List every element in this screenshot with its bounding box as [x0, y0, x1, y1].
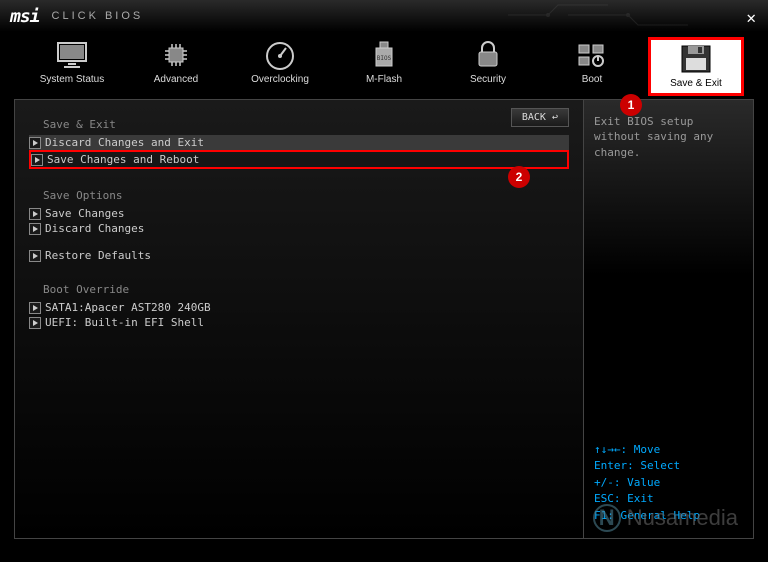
- back-button[interactable]: BACK ↩: [511, 108, 569, 127]
- section-save-exit: Save & Exit: [43, 118, 569, 131]
- msi-logo: msi: [10, 6, 40, 27]
- section-boot-override: Boot Override: [43, 283, 569, 296]
- help-panel: Exit BIOS setup without saving any chang…: [584, 99, 754, 539]
- nav-advanced[interactable]: Advanced: [131, 40, 221, 93]
- monitor-icon: [54, 40, 90, 70]
- menu-label: UEFI: Built-in EFI Shell: [45, 316, 204, 329]
- play-icon: [31, 154, 43, 166]
- gauge-icon: [262, 40, 298, 70]
- annotation-badge-2: 2: [508, 166, 530, 188]
- floppy-icon: [678, 44, 714, 74]
- nav-boot[interactable]: Boot: [547, 40, 637, 93]
- menu-label: Restore Defaults: [45, 249, 151, 262]
- nav-security[interactable]: Security: [443, 40, 533, 93]
- chip-icon: [158, 40, 194, 70]
- lock-icon: [470, 40, 506, 70]
- menu-label: Save Changes: [45, 207, 124, 220]
- menu-restore-defaults[interactable]: Restore Defaults: [29, 248, 569, 263]
- nav-system-status[interactable]: System Status: [27, 40, 117, 93]
- main-panel: BACK ↩ Save & Exit Discard Changes and E…: [14, 99, 584, 539]
- menu-boot-sata1[interactable]: SATA1:Apacer AST280 240GB: [29, 300, 569, 315]
- play-icon: [29, 317, 41, 329]
- menu-label: Save Changes and Reboot: [47, 153, 199, 166]
- menu-save-changes[interactable]: Save Changes: [29, 206, 569, 221]
- nav-overclocking[interactable]: Overclocking: [235, 40, 325, 93]
- play-icon: [29, 137, 41, 149]
- play-icon: [29, 302, 41, 314]
- bios-title: CLICK BIOS: [52, 10, 144, 22]
- usb-icon: BIOS: [366, 40, 402, 70]
- close-icon[interactable]: ✕: [746, 8, 756, 27]
- menu-boot-uefi[interactable]: UEFI: Built-in EFI Shell: [29, 315, 569, 330]
- hint-enter: Enter: Select: [594, 458, 743, 475]
- play-icon: [29, 250, 41, 262]
- hint-move: ↑↓→←: Move: [594, 442, 743, 459]
- menu-discard-changes[interactable]: Discard Changes: [29, 221, 569, 236]
- menu-label: SATA1:Apacer AST280 240GB: [45, 301, 211, 314]
- header-bar: msi CLICK BIOS ✕: [0, 0, 768, 32]
- section-save-options: Save Options: [43, 189, 569, 202]
- nav-save-exit[interactable]: Save & Exit: [651, 40, 741, 93]
- watermark-text: Nusamedia: [627, 505, 738, 531]
- play-icon: [29, 208, 41, 220]
- menu-discard-exit[interactable]: Discard Changes and Exit: [29, 135, 569, 150]
- watermark: N Nusamedia: [593, 504, 738, 532]
- boot-icon: [574, 40, 610, 70]
- help-text: Exit BIOS setup without saving any chang…: [594, 114, 743, 442]
- annotation-badge-1: 1: [620, 94, 642, 116]
- nav-bar: System Status Advanced Overclocking BIOS…: [0, 32, 768, 99]
- circuit-decoration: [508, 0, 708, 30]
- menu-save-reboot[interactable]: Save Changes and Reboot: [29, 150, 569, 169]
- hint-value: +/-: Value: [594, 475, 743, 492]
- svg-text:BIOS: BIOS: [377, 55, 392, 62]
- content-area: BACK ↩ Save & Exit Discard Changes and E…: [0, 99, 768, 553]
- play-icon: [29, 223, 41, 235]
- menu-label: Discard Changes: [45, 222, 144, 235]
- watermark-icon: N: [593, 504, 621, 532]
- nav-mflash[interactable]: BIOS M-Flash: [339, 40, 429, 93]
- menu-label: Discard Changes and Exit: [45, 136, 204, 149]
